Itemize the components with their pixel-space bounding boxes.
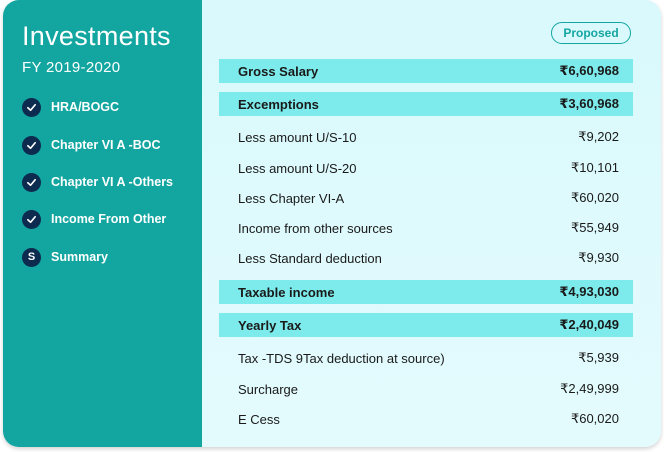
row-e-cess: E Cess ₹60,020: [219, 407, 633, 431]
row-less-us-10: Less amount U/S-10 ₹9,202: [219, 125, 633, 149]
sidebar: Investments FY 2019-2020 HRA/BOGC Chapte…: [3, 0, 202, 447]
check-icon: [22, 172, 41, 192]
row-label: E Cess: [238, 411, 280, 427]
row-tax-tds: Tax -TDS 9Tax deduction at source) ₹5,93…: [219, 346, 633, 370]
row-less-us-20: Less amount U/S-20 ₹10,101: [219, 156, 633, 180]
proposed-status-badge[interactable]: Proposed: [551, 22, 631, 44]
row-exemptions: Excemptions ₹3,60,968: [219, 92, 633, 116]
check-icon: [22, 209, 41, 229]
nav-item-income-from-other[interactable]: Income From Other: [22, 209, 166, 229]
row-label: Taxable income: [238, 284, 335, 300]
summary-step-badge: S: [22, 247, 41, 267]
row-surcharge: Surcharge ₹2,49,999: [219, 377, 633, 401]
nav-item-label: Summary: [51, 250, 108, 264]
row-standard-deduction: Less Standard deduction ₹9,930: [219, 246, 633, 270]
row-value: ₹60,020: [570, 411, 619, 426]
fiscal-year-label: FY 2019-2020: [22, 59, 121, 76]
row-value: ₹9,202: [578, 129, 619, 144]
row-yearly-tax: Yearly Tax ₹2,40,049: [219, 313, 633, 337]
row-label: Less amount U/S-10: [238, 129, 357, 145]
row-label: Yearly Tax: [238, 317, 302, 333]
nav-item-label: HRA/BOGC: [51, 100, 120, 114]
row-label: Less Standard deduction: [238, 250, 382, 266]
row-label: Less Chapter VI-A: [238, 190, 345, 206]
row-label: Income from other sources: [238, 220, 393, 236]
row-label: Less amount U/S-20: [238, 160, 357, 176]
row-label: Excemptions: [238, 96, 319, 112]
row-value: ₹2,40,049: [559, 317, 619, 332]
row-value: ₹9,930: [578, 250, 619, 265]
nav-item-hra-bogc[interactable]: HRA/BOGC: [22, 97, 119, 117]
nav-item-label: Income From Other: [51, 212, 167, 226]
row-value: ₹10,101: [570, 160, 619, 175]
nav-item-label: Chapter VI A -Others: [51, 175, 174, 189]
nav-item-label: Chapter VI A -BOC: [51, 138, 161, 152]
sidebar-title: Investments: [22, 21, 171, 51]
row-taxable-income: Taxable income ₹4,93,030: [219, 280, 633, 304]
row-value: ₹55,949: [570, 220, 619, 235]
row-label: Surcharge: [238, 381, 298, 397]
check-icon: [22, 135, 41, 155]
row-less-chapter-vi-a: Less Chapter VI-A ₹60,020: [219, 186, 633, 210]
row-value: ₹60,020: [570, 190, 619, 205]
row-value: ₹6,60,968: [559, 63, 619, 78]
row-value: ₹2,49,999: [560, 381, 619, 396]
nav-item-chapter-vi-a-others[interactable]: Chapter VI A -Others: [22, 172, 173, 192]
row-label: Tax -TDS 9Tax deduction at source): [238, 350, 445, 366]
nav-item-summary[interactable]: S Summary: [22, 247, 108, 267]
check-icon: [22, 97, 41, 117]
row-gross-salary: Gross Salary ₹6,60,968: [219, 59, 633, 83]
nav-item-chapter-vi-a-boc[interactable]: Chapter VI A -BOC: [22, 135, 161, 155]
row-label: Gross Salary: [238, 63, 319, 79]
row-value: ₹4,93,030: [559, 284, 619, 299]
summary-panel: Proposed Gross Salary ₹6,60,968 Excempti…: [202, 0, 661, 447]
row-value: ₹5,939: [578, 350, 619, 365]
investments-card: Investments FY 2019-2020 HRA/BOGC Chapte…: [3, 0, 661, 447]
row-value: ₹3,60,968: [559, 96, 619, 111]
row-income-other-sources: Income from other sources ₹55,949: [219, 216, 633, 240]
